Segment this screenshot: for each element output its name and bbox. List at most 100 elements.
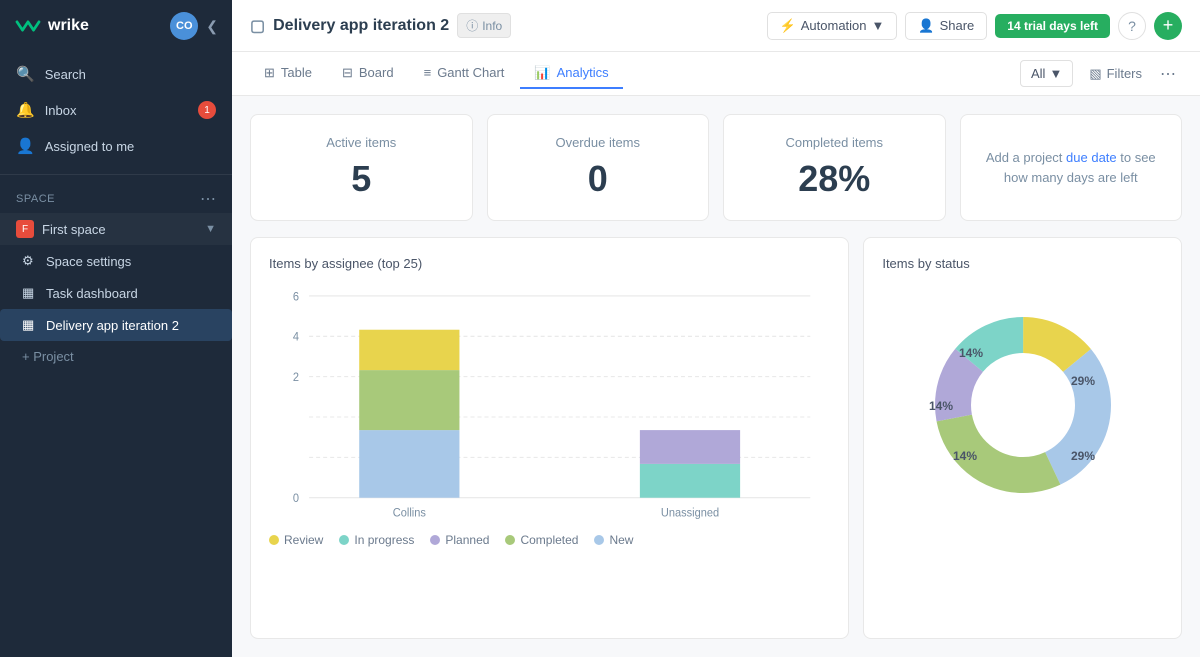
space-name-label: First space [42, 222, 106, 237]
overdue-items-value: 0 [588, 158, 608, 200]
share-button[interactable]: 👤 Share [905, 12, 987, 40]
bar-chart-title: Items by assignee (top 25) [269, 256, 830, 271]
donut-chart-area: 14% 29% 29% 14% 14% [882, 285, 1163, 525]
donut-chart-card: Items by status [863, 237, 1182, 639]
tab-table[interactable]: ⊞ Table [250, 59, 326, 89]
sidebar-item-delivery-app[interactable]: ▦ Delivery app iteration 2 [0, 309, 232, 341]
collins-completed-bar [359, 370, 459, 430]
sidebar-search-label: Search [45, 67, 86, 82]
info-button[interactable]: ⓘ Info [457, 13, 511, 38]
legend-new-dot [594, 535, 604, 545]
unassigned-inprogress-bar [640, 464, 740, 498]
add-project-button[interactable]: + Project [0, 341, 232, 372]
donut-label-blue: 29% [1071, 374, 1095, 388]
donut-label-yellow: 14% [959, 346, 983, 360]
donut-svg: 14% 29% 29% 14% 14% [913, 295, 1133, 515]
logo-text: wrike [48, 17, 89, 35]
bar-chart-card: Items by assignee (top 25) 6 4 2 [250, 237, 849, 639]
completed-items-card: Completed items 28% [723, 114, 946, 221]
sidebar-item-task-dashboard[interactable]: ▦ Task dashboard [0, 277, 232, 309]
legend-planned-dot [430, 535, 440, 545]
settings-label: Space settings [46, 254, 131, 269]
unassigned-planned-bar [640, 430, 740, 464]
svg-text:2: 2 [293, 372, 299, 384]
due-date-highlight: due date [1066, 150, 1117, 165]
svg-text:Collins: Collins [393, 507, 426, 519]
sidebar-toggle-icon[interactable]: ❮ [206, 18, 218, 35]
sidebar-assigned-label: Assigned to me [45, 139, 135, 154]
sidebar-section-space: Space ⋯ [0, 181, 232, 213]
sidebar-item-search[interactable]: 🔍 Search [0, 56, 232, 92]
inbox-icon: 🔔 [16, 101, 35, 119]
tab-board-label: Board [359, 65, 394, 80]
sidebar-item-inbox[interactable]: 🔔 Inbox 1 [0, 92, 232, 128]
sidebar-divider [0, 174, 232, 175]
legend-review: Review [269, 533, 323, 547]
sidebar: wrike CO ❮ 🔍 Search 🔔 Inbox 1 👤 Assigned… [0, 0, 232, 657]
more-options-button[interactable]: ⋯ [1154, 60, 1182, 88]
completed-items-value: 28% [798, 158, 870, 200]
automation-chevron-icon: ▼ [872, 18, 885, 33]
overdue-items-label: Overdue items [555, 135, 640, 150]
sidebar-item-assigned[interactable]: 👤 Assigned to me [0, 128, 232, 164]
space-first[interactable]: F First space ▼ [0, 213, 232, 245]
analytics-icon: 📊 [534, 65, 550, 81]
trial-badge[interactable]: 14 trial days left [995, 14, 1110, 38]
donut-label-purple: 14% [953, 449, 977, 463]
tab-board[interactable]: ⊟ Board [328, 59, 408, 89]
space-chevron-icon: ▼ [205, 223, 216, 235]
tab-analytics[interactable]: 📊 Analytics [520, 59, 622, 89]
automation-button[interactable]: ⚡ Automation ▼ [767, 12, 898, 40]
help-icon: ? [1128, 18, 1136, 34]
automation-label: Automation [801, 18, 867, 33]
analytics-content: Active items 5 Overdue items 0 Completed… [232, 96, 1200, 657]
sidebar-inbox-label: Inbox [45, 103, 77, 118]
filters-button[interactable]: ▧ Filters [1079, 61, 1152, 87]
automation-icon: ⚡ [780, 18, 796, 34]
add-button[interactable]: + [1154, 12, 1182, 40]
avatar: CO [170, 12, 198, 40]
page-title-text: Delivery app iteration 2 [273, 17, 449, 35]
help-button[interactable]: ? [1118, 12, 1146, 40]
delivery-app-icon: ▦ [22, 317, 38, 333]
bar-chart-legend: Review In progress Planned Completed [269, 533, 830, 547]
sidebar-header-right: CO ❮ [170, 12, 218, 40]
tabbar: ⊞ Table ⊟ Board ≡ Gantt Chart 📊 Analytic… [232, 52, 1200, 96]
space-more-icon[interactable]: ⋯ [200, 189, 216, 209]
add-icon: + [1163, 15, 1174, 36]
due-date-text: Add a project due date to see how many d… [985, 148, 1158, 187]
settings-icon: ⚙ [22, 253, 38, 269]
all-filter-chevron-icon: ▼ [1049, 66, 1062, 81]
tab-gantt-label: Gantt Chart [437, 65, 504, 80]
tab-analytics-label: Analytics [557, 65, 609, 80]
space-color-icon: F [16, 220, 34, 238]
sidebar-item-settings[interactable]: ⚙ Space settings [0, 245, 232, 277]
sidebar-header: wrike CO ❮ [0, 0, 232, 52]
active-items-value: 5 [351, 158, 371, 200]
tab-gantt[interactable]: ≡ Gantt Chart [410, 59, 519, 88]
gantt-icon: ≡ [424, 65, 432, 80]
svg-text:Unassigned: Unassigned [661, 507, 719, 519]
active-items-card: Active items 5 [250, 114, 473, 221]
legend-inprogress: In progress [339, 533, 414, 547]
share-icon: 👤 [918, 18, 934, 34]
main-content: ▢ Delivery app iteration 2 ⓘ Info ⚡ Auto… [232, 0, 1200, 657]
stats-row: Active items 5 Overdue items 0 Completed… [250, 114, 1182, 221]
search-icon: 🔍 [16, 65, 35, 83]
all-filter-button[interactable]: All ▼ [1020, 60, 1073, 87]
legend-review-dot [269, 535, 279, 545]
legend-review-label: Review [284, 533, 323, 547]
svg-text:0: 0 [293, 493, 299, 505]
collins-review-bar [359, 330, 459, 370]
info-label: Info [482, 19, 502, 33]
sidebar-nav: 🔍 Search 🔔 Inbox 1 👤 Assigned to me [0, 52, 232, 168]
legend-new: New [594, 533, 633, 547]
bar-chart-svg: 6 4 2 0 [269, 285, 830, 525]
topbar: ▢ Delivery app iteration 2 ⓘ Info ⚡ Auto… [232, 0, 1200, 52]
info-icon: ⓘ [466, 17, 478, 34]
legend-completed-dot [505, 535, 515, 545]
legend-inprogress-dot [339, 535, 349, 545]
inbox-badge: 1 [198, 101, 216, 119]
task-dashboard-label: Task dashboard [46, 286, 138, 301]
svg-text:4: 4 [293, 331, 300, 343]
